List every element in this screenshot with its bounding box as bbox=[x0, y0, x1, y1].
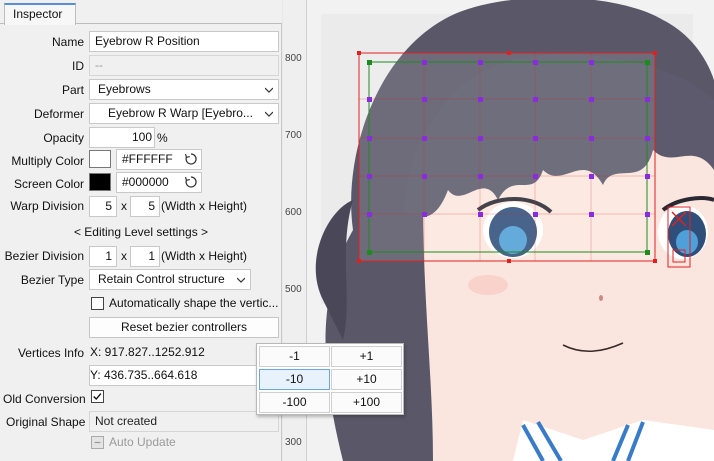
decrement-100-button[interactable]: -100 bbox=[259, 392, 330, 413]
auto-update-checkbox bbox=[91, 436, 104, 449]
chevron-down-icon bbox=[237, 277, 245, 283]
checkmark-icon bbox=[93, 393, 102, 401]
bezier-type-label: Bezier Type bbox=[20, 273, 84, 287]
bezier-division-height[interactable]: 1 bbox=[130, 246, 160, 267]
name-label: Name bbox=[51, 35, 84, 49]
bezier-division-label: Bezier Division bbox=[4, 249, 84, 263]
bezier-division-hint: (Width x Height) bbox=[161, 249, 248, 263]
name-field[interactable]: Eyebrow R Position bbox=[89, 31, 279, 52]
tab-inspector[interactable]: Inspector bbox=[4, 3, 76, 25]
increment-10-button[interactable]: +10 bbox=[331, 369, 402, 390]
old-conversion-checkbox[interactable] bbox=[91, 390, 104, 403]
warp-division-label: Warp Division bbox=[10, 199, 84, 213]
increment-100-button[interactable]: +100 bbox=[331, 392, 402, 413]
inspector-panel: Inspector Name Eyebrow R Position ID -- … bbox=[0, 0, 282, 461]
auto-shape-checkbox[interactable] bbox=[91, 297, 104, 310]
opacity-unit: % bbox=[157, 131, 168, 145]
chevron-down-icon bbox=[265, 87, 273, 93]
original-shape-field: Not created bbox=[89, 411, 279, 432]
increment-1-button[interactable]: +1 bbox=[331, 346, 402, 367]
bezier-division-x: x bbox=[121, 249, 127, 263]
warp-division-height[interactable]: 5 bbox=[130, 196, 160, 217]
warp-division-x: x bbox=[121, 199, 127, 213]
deformer-value: Eyebrow R Warp [Eyebro... bbox=[108, 106, 253, 120]
id-field: -- bbox=[89, 55, 279, 76]
opacity-field[interactable]: 100 bbox=[89, 127, 155, 148]
editing-level-heading: < Editing Level settings > bbox=[73, 225, 209, 239]
reset-icon[interactable] bbox=[184, 152, 198, 166]
bezier-type-select[interactable]: Retain Control structure bbox=[89, 269, 251, 290]
id-label: ID bbox=[72, 59, 84, 73]
screen-color-label: Screen Color bbox=[13, 177, 84, 191]
vertices-y-value[interactable]: Y: 436.735..664.618 bbox=[89, 365, 257, 386]
tab-strip: Inspector bbox=[0, 0, 282, 25]
part-label: Part bbox=[61, 83, 84, 97]
reset-icon[interactable] bbox=[184, 175, 198, 189]
original-shape-label: Original Shape bbox=[6, 415, 86, 429]
reset-bezier-button[interactable]: Reset bezier controllers bbox=[89, 317, 279, 338]
multiply-color-swatch[interactable] bbox=[89, 150, 111, 168]
chevron-down-icon bbox=[265, 111, 273, 117]
old-conversion-label: Old Conversion bbox=[3, 392, 86, 406]
screen-color-swatch[interactable] bbox=[89, 173, 111, 191]
deformer-label: Deformer bbox=[33, 107, 84, 121]
increment-popup: -1 +1 -10 +10 -100 +100 bbox=[256, 343, 404, 415]
decrement-10-button[interactable]: -10 bbox=[259, 369, 330, 390]
bezier-division-width[interactable]: 1 bbox=[89, 246, 117, 267]
checkmark-icon bbox=[94, 441, 101, 444]
auto-update-label: Auto Update bbox=[109, 435, 176, 449]
warp-division-hint: (Width x Height) bbox=[161, 199, 248, 213]
decrement-1-button[interactable]: -1 bbox=[259, 346, 330, 367]
deformer-select[interactable]: Eyebrow R Warp [Eyebro... bbox=[89, 103, 279, 124]
warp-division-width[interactable]: 5 bbox=[89, 196, 117, 217]
vertices-info-label: Vertices Info bbox=[17, 346, 84, 360]
opacity-label: Opacity bbox=[43, 131, 84, 145]
part-value: Eyebrows bbox=[98, 82, 151, 96]
auto-shape-label: Automatically shape the vertic... bbox=[109, 296, 279, 310]
bezier-type-value: Retain Control structure bbox=[98, 272, 225, 286]
multiply-color-label: Multiply Color bbox=[11, 154, 84, 168]
vertices-x-value: X: 917.827..1252.912 bbox=[90, 345, 205, 359]
part-select[interactable]: Eyebrows bbox=[89, 79, 279, 100]
